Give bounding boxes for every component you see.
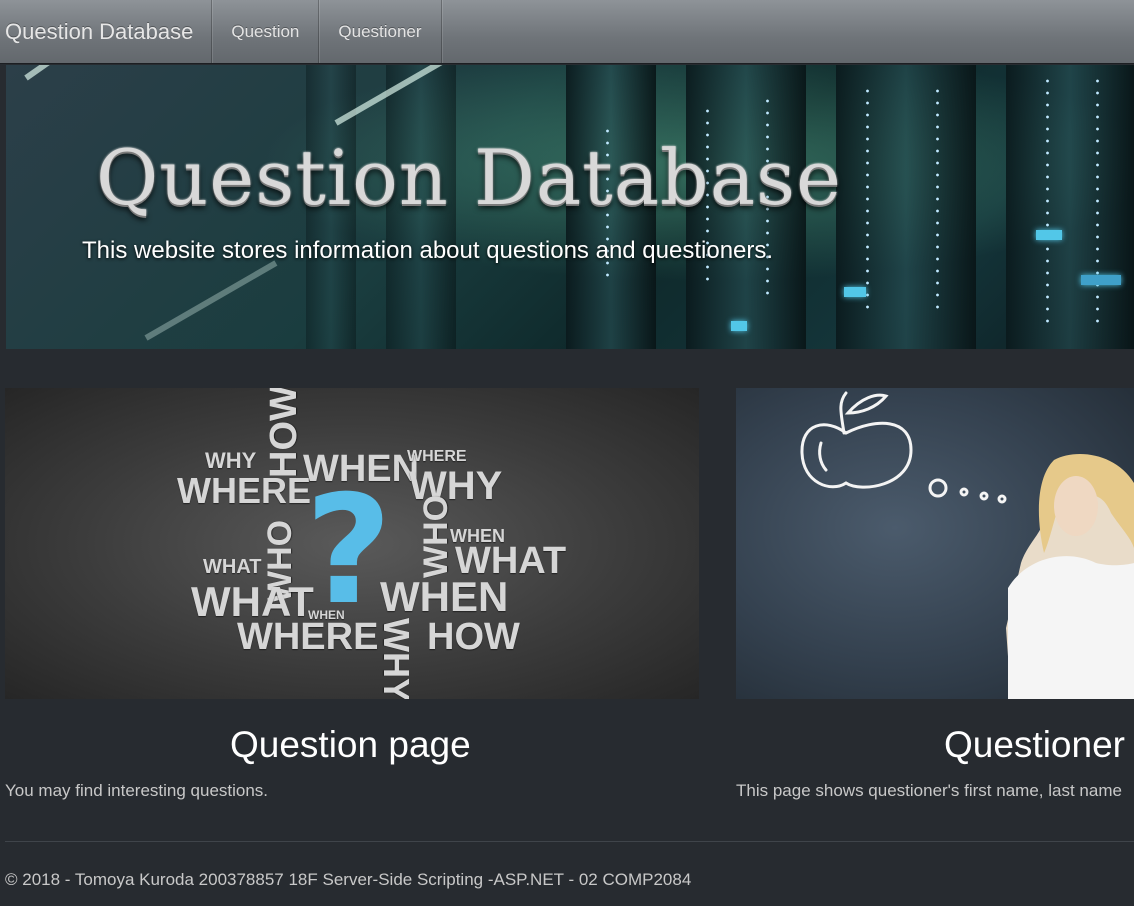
footer-text: © 2018 - Tomoya Kuroda 200378857 18F Ser… [5, 870, 692, 889]
question-page-text: You may find interesting questions. [5, 781, 269, 800]
hero-title: Question Database [96, 133, 842, 222]
navbar-brand[interactable]: Question Database [0, 0, 213, 63]
nav-link-questioner[interactable]: Questioner [319, 0, 442, 63]
hero-subtitle: This website stores information about qu… [82, 237, 774, 264]
questioner-text: This page shows questioner's first name,… [736, 781, 1122, 800]
question-image: HOW WHY WHERE WHEN WHERE WHY WHO WHO WHE… [5, 388, 699, 699]
question-page-title: Question page [230, 724, 471, 765]
nav-link-question[interactable]: Question [212, 0, 320, 63]
footer-divider [5, 841, 1134, 842]
questioner-image [736, 388, 1134, 699]
questioner-title: Questioner [944, 724, 1125, 765]
hero-banner: Question Database This website stores in… [6, 65, 1134, 349]
navbar: Question Database Question Questioner [0, 0, 1134, 64]
apple-thought-icon [800, 391, 1134, 699]
question-mark-icon: ? [305, 464, 393, 638]
